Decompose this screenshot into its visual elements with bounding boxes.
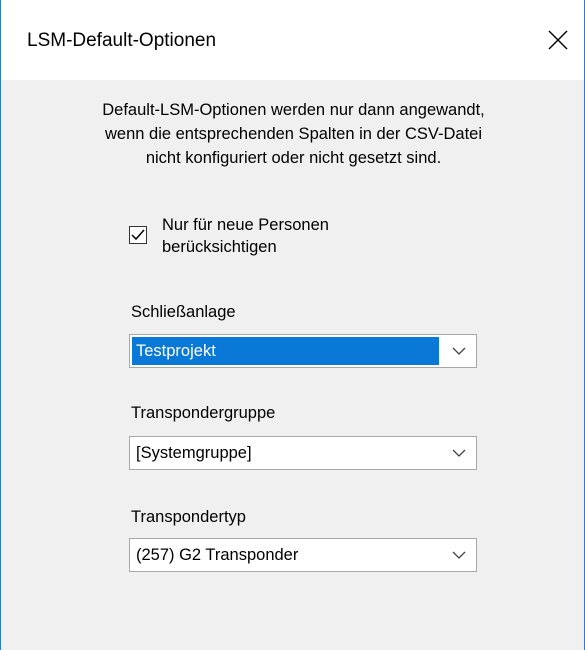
transponder-group-value: [Systemgruppe]	[136, 444, 252, 462]
locking-system-label: Schließanlage	[131, 303, 236, 321]
new-persons-checkbox-label[interactable]: Nur für neue Personen berücksichtigen	[162, 214, 329, 258]
locking-system-select[interactable]: Testprojekt	[129, 334, 477, 368]
chevron-down-icon	[452, 449, 466, 457]
description-line: nicht konfiguriert oder nicht gesetzt si…	[145, 149, 442, 167]
description-line: Default-LSM-Optionen werden nur dann ang…	[102, 101, 485, 119]
dialog-title: LSM-Default-Optionen	[27, 30, 217, 51]
checkbox-label-line: Nur für neue Personen	[162, 216, 329, 234]
checkmark-icon	[131, 229, 145, 241]
description-text: Default-LSM-Optionen werden nur dann ang…	[41, 98, 546, 170]
title-bar: LSM-Default-Optionen	[1, 0, 584, 80]
transponder-type-value: (257) G2 Transponder	[136, 546, 299, 564]
transponder-group-select[interactable]: [Systemgruppe]	[129, 436, 477, 470]
checkbox-label-line: berücksichtigen	[162, 238, 277, 256]
close-button[interactable]	[538, 22, 578, 58]
new-persons-only-option[interactable]: Nur für neue Personen berücksichtigen	[129, 214, 389, 264]
chevron-down-icon	[452, 551, 466, 559]
close-icon	[548, 30, 568, 50]
new-persons-checkbox[interactable]	[129, 226, 147, 244]
dialog-window: LSM-Default-Optionen Default-LSM-Optione…	[0, 0, 585, 650]
transponder-type-select[interactable]: (257) G2 Transponder	[129, 538, 477, 572]
locking-system-value: Testprojekt	[132, 337, 439, 365]
transponder-group-label: Transpondergruppe	[131, 404, 276, 422]
transponder-type-label: Transpondertyp	[131, 508, 246, 526]
description-line: wenn die entsprechenden Spalten in der C…	[105, 125, 482, 143]
chevron-down-icon	[452, 347, 466, 355]
